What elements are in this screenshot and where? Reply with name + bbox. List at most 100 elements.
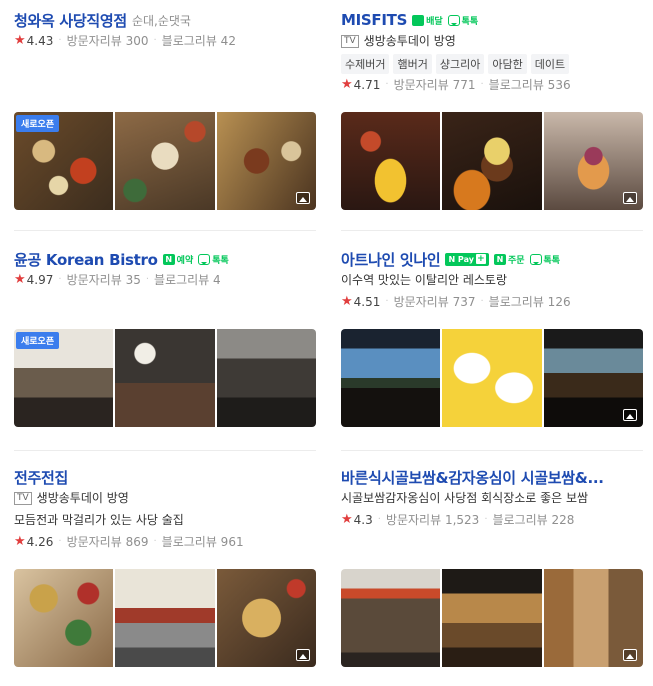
- tv-info: TV 생방송투데이 방영: [341, 30, 643, 52]
- star-icon: ★: [341, 512, 353, 527]
- place-photo[interactable]: [341, 112, 441, 210]
- place-photo[interactable]: [543, 329, 643, 427]
- place-photo[interactable]: [216, 112, 316, 210]
- place-name-link[interactable]: 윤공 Korean Bistro: [14, 249, 158, 269]
- blog-reviews-link[interactable]: 블로그리뷰 961: [162, 531, 244, 553]
- place-card-misfits: MISFITS 배달 톡톡 TV 생방송투데이 방영 수제버거 햄버거 샹그리아…: [341, 10, 643, 210]
- npay-badge[interactable]: N Pay +: [445, 252, 489, 266]
- rating-value: 4.71: [353, 78, 381, 92]
- place-title-row: 청와옥 사당직영점 순대,순댓국: [14, 10, 316, 30]
- blog-reviews-link[interactable]: 블로그리뷰 42: [162, 30, 236, 52]
- visitor-reviews-link[interactable]: 방문자리뷰 771: [394, 74, 476, 96]
- photo-icon[interactable]: [295, 192, 310, 204]
- visitor-reviews-link[interactable]: 방문자리뷰 1,523: [386, 509, 479, 531]
- talk-icon: [529, 253, 542, 265]
- place-card-yungong: 윤공 Korean Bistro N 예약 톡톡 ★ 4.97 · 방문자리뷰 3…: [14, 249, 316, 427]
- visitor-reviews-link[interactable]: 방문자리뷰 737: [394, 291, 476, 313]
- tv-text: 생방송투데이 방영: [36, 491, 129, 505]
- tag: 햄버거: [393, 54, 432, 74]
- blog-reviews-link[interactable]: 블로그리뷰 126: [489, 291, 571, 313]
- visitor-reviews-link[interactable]: 방문자리뷰 869: [67, 531, 149, 553]
- photo-icon[interactable]: [622, 409, 637, 421]
- delivery-badge[interactable]: 배달: [412, 14, 443, 27]
- place-stats: ★ 4.43 · 방문자리뷰 300 · 블로그리뷰 42: [14, 30, 316, 52]
- rating-value: 4.26: [26, 535, 54, 549]
- blog-reviews-link[interactable]: 블로그리뷰 4: [154, 269, 221, 291]
- naver-n-icon: N: [493, 253, 506, 265]
- talk-badge[interactable]: 톡톡: [529, 253, 560, 266]
- place-description: 이수역 맛있는 이탈리안 레스토랑: [341, 273, 508, 287]
- new-open-badge: 새로오픈: [16, 332, 60, 349]
- tag: 아담한: [488, 54, 527, 74]
- photo-strip: [341, 569, 643, 667]
- place-photo[interactable]: [216, 329, 316, 427]
- place-photo[interactable]: [442, 329, 542, 427]
- photo-strip: 새로오픈: [14, 112, 316, 210]
- tv-info: TV 생방송투데이 방영: [14, 487, 316, 509]
- photo-strip: [341, 329, 643, 427]
- place-photo[interactable]: 새로오픈: [14, 329, 114, 427]
- star-icon: ★: [341, 294, 353, 309]
- tv-icon: TV: [341, 34, 359, 48]
- star-icon: ★: [14, 272, 26, 287]
- place-name-link[interactable]: 아트나인 잇나인: [341, 249, 441, 269]
- place-photo[interactable]: [216, 569, 316, 667]
- place-photo[interactable]: [14, 569, 114, 667]
- place-photo[interactable]: [442, 569, 542, 667]
- place-title-row: 윤공 Korean Bistro N 예약 톡톡: [14, 249, 316, 269]
- photo-icon[interactable]: [622, 192, 637, 204]
- rating-value: 4.3: [353, 513, 373, 527]
- new-open-badge: 새로오픈: [16, 115, 60, 132]
- star-icon: ★: [14, 33, 26, 48]
- place-photo[interactable]: 새로오픈: [14, 112, 114, 210]
- visitor-reviews-link[interactable]: 방문자리뷰 35: [67, 269, 141, 291]
- place-title-row: MISFITS 배달 톡톡: [341, 10, 643, 30]
- place-description: 모듬전과 막걸리가 있는 사당 술집: [14, 513, 184, 527]
- place-stats: ★ 4.51 · 방문자리뷰 737 · 블로그리뷰 126: [341, 291, 643, 313]
- divider: [341, 450, 643, 451]
- place-photo[interactable]: [341, 329, 441, 427]
- reserve-badge[interactable]: N 예약: [162, 253, 193, 266]
- place-photo[interactable]: [341, 569, 441, 667]
- blog-reviews-link[interactable]: 블로그리뷰 536: [489, 74, 571, 96]
- star-icon: ★: [14, 534, 26, 549]
- place-name-link[interactable]: MISFITS: [341, 11, 407, 29]
- place-photo[interactable]: [115, 112, 215, 210]
- place-title-row: 바른식시골보쌈&감자옹심이 시골보쌈&...: [341, 467, 643, 487]
- divider: [341, 230, 643, 231]
- tag-list: 수제버거 햄버거 샹그리아 아담한 데이트: [341, 54, 643, 74]
- place-stats: ★ 4.3 · 방문자리뷰 1,523 · 블로그리뷰 228: [341, 509, 643, 531]
- place-stats: ★ 4.97 · 방문자리뷰 35 · 블로그리뷰 4: [14, 269, 316, 291]
- talk-icon: [447, 14, 460, 26]
- place-photo[interactable]: [543, 569, 643, 667]
- place-stats: ★ 4.71 · 방문자리뷰 771 · 블로그리뷰 536: [341, 74, 643, 96]
- place-card-cheongwaok: 청와옥 사당직영점 순대,순댓국 ★ 4.43 · 방문자리뷰 300 · 블로…: [14, 10, 316, 210]
- talk-icon: [198, 253, 211, 265]
- talk-badge[interactable]: 톡톡: [198, 253, 229, 266]
- photo-icon[interactable]: [295, 649, 310, 661]
- visitor-reviews-link[interactable]: 방문자리뷰 300: [67, 30, 149, 52]
- place-photo[interactable]: [115, 569, 215, 667]
- talk-badge[interactable]: 톡톡: [447, 14, 478, 27]
- place-card-artnine: 아트나인 잇나인 N Pay + N 주문 톡톡 이수역 맛있는 이탈리안 레스토랑…: [341, 249, 643, 427]
- tv-icon: TV: [14, 491, 32, 505]
- rating-value: 4.97: [26, 273, 54, 287]
- rating-value: 4.43: [26, 34, 54, 48]
- blog-reviews-link[interactable]: 블로그리뷰 228: [493, 509, 575, 531]
- place-photo[interactable]: [442, 112, 542, 210]
- place-stats: ★ 4.26 · 방문자리뷰 869 · 블로그리뷰 961: [14, 531, 316, 553]
- place-name-link[interactable]: 바른식시골보쌈&감자옹심이 시골보쌈&...: [341, 467, 604, 487]
- tag: 수제버거: [341, 54, 390, 74]
- delivery-icon: [412, 14, 425, 26]
- photo-icon[interactable]: [622, 649, 637, 661]
- place-card-bareunsik: 바른식시골보쌈&감자옹심이 시골보쌈&... 시골보쌈감자옹심이 사당점 회식장…: [341, 467, 643, 667]
- place-photo[interactable]: [543, 112, 643, 210]
- place-photo[interactable]: [115, 329, 215, 427]
- place-name-link[interactable]: 청와옥 사당직영점: [14, 10, 127, 30]
- divider: [14, 450, 316, 451]
- order-badge[interactable]: N 주문: [493, 253, 525, 266]
- place-name-link[interactable]: 전주전집: [14, 467, 68, 487]
- tv-text: 생방송투데이 방영: [363, 34, 456, 48]
- place-title-row: 전주전집: [14, 467, 316, 487]
- place-card-jeonjujeonjip: 전주전집 TV 생방송투데이 방영 모듬전과 막걸리가 있는 사당 술집 ★ 4…: [14, 467, 316, 667]
